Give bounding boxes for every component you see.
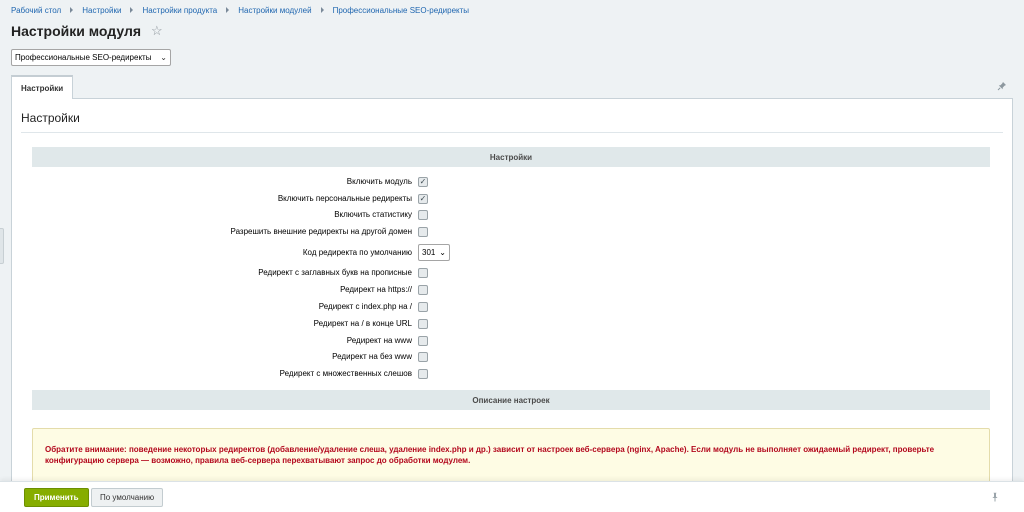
section-header-settings: Настройки <box>32 147 990 167</box>
pin-icon[interactable] <box>990 492 1000 502</box>
setting-row-enable-module: Включить модуль ✓ <box>12 176 1012 188</box>
trailing-slash-redirect-checkbox[interactable] <box>418 319 428 329</box>
setting-label: Редирект с множественных слешов <box>279 369 412 378</box>
uppercase-redirect-checkbox[interactable] <box>418 268 428 278</box>
star-icon[interactable]: ☆ <box>151 24 163 37</box>
page-title-row: Настройки модуля ☆ <box>11 23 163 39</box>
apply-button[interactable]: Применить <box>24 488 89 507</box>
left-panel-handle[interactable] <box>0 228 4 264</box>
default-button[interactable]: По умолчанию <box>91 488 164 507</box>
settings-panel: Настройки Настройки Включить модуль ✓ Вк… <box>11 99 1013 512</box>
redirect-code-value: 301 <box>422 248 436 257</box>
breadcrumb-settings[interactable]: Настройки <box>82 6 121 15</box>
setting-label: Редирект с index.php на / <box>318 302 412 311</box>
chevron-down-icon: ⌄ <box>160 53 167 62</box>
setting-row-www-redirect: Редирект на www <box>12 335 1012 347</box>
breadcrumb-module-settings[interactable]: Настройки модулей <box>238 6 311 15</box>
breadcrumb-desktop[interactable]: Рабочий стол <box>11 6 61 15</box>
section-header-description: Описание настроек <box>32 390 990 410</box>
multiple-slashes-redirect-checkbox[interactable] <box>418 369 428 379</box>
panel-divider <box>21 132 1003 133</box>
breadcrumb-separator-icon <box>70 7 74 13</box>
personal-redirects-checkbox[interactable]: ✓ <box>418 194 428 204</box>
setting-row-no-www-redirect: Редирект на без www <box>12 351 1012 363</box>
setting-label: Включить модуль <box>346 177 412 186</box>
setting-row-personal-redirects: Включить персональные редиректы ✓ <box>12 193 1012 205</box>
www-redirect-checkbox[interactable] <box>418 336 428 346</box>
setting-row-uppercase-redirect: Редирект с заглавных букв на прописные <box>12 267 1012 279</box>
setting-row-multiple-slashes-redirect: Редирект с множественных слешов <box>12 368 1012 380</box>
setting-row-index-php-redirect: Редирект с index.php на / <box>12 301 1012 313</box>
page-title: Настройки модуля <box>11 23 142 39</box>
setting-row-redirect-code: Код редиректа по умолчанию 301 ⌄ <box>12 244 1012 261</box>
setting-label: Редирект на https:// <box>340 285 412 294</box>
footer-bar: Применить По умолчанию <box>0 481 1024 512</box>
panel-title: Настройки <box>21 111 80 125</box>
pin-icon[interactable] <box>997 81 1007 91</box>
setting-row-statistics: Включить статистику <box>12 209 1012 221</box>
statistics-checkbox[interactable] <box>418 210 428 220</box>
breadcrumb-product-settings[interactable]: Настройки продукта <box>142 6 217 15</box>
index-php-redirect-checkbox[interactable] <box>418 302 428 312</box>
chevron-down-icon: ⌄ <box>439 248 446 257</box>
setting-row-external-redirects: Разрешить внешние редиректы на другой до… <box>12 226 1012 238</box>
setting-label: Редирект с заглавных букв на прописные <box>258 268 412 277</box>
setting-label: Редирект на без www <box>332 352 412 361</box>
tab-settings[interactable]: Настройки <box>11 75 74 100</box>
redirect-code-select[interactable]: 301 ⌄ <box>418 244 450 261</box>
notice-text: Обратите внимание: поведение некоторых р… <box>45 445 935 465</box>
enable-module-checkbox[interactable]: ✓ <box>418 177 428 187</box>
breadcrumb-separator-icon <box>320 7 324 13</box>
module-select[interactable]: Профессиональные SEO-редиректы ⌄ <box>11 49 171 66</box>
breadcrumb-separator-icon <box>130 7 134 13</box>
setting-label: Включить персональные редиректы <box>277 194 412 203</box>
setting-row-trailing-slash-redirect: Редирект на / в конце URL <box>12 318 1012 330</box>
breadcrumb-seo-redirects[interactable]: Профессиональные SEO-редиректы <box>333 6 469 15</box>
setting-label: Разрешить внешние редиректы на другой до… <box>230 227 413 236</box>
external-redirects-checkbox[interactable] <box>418 227 428 237</box>
setting-label: Редирект на / в конце URL <box>313 319 412 328</box>
no-www-redirect-checkbox[interactable] <box>418 352 428 362</box>
setting-label: Редирект на www <box>346 336 412 345</box>
breadcrumb: Рабочий стол Настройки Настройки продукт… <box>11 5 469 15</box>
breadcrumb-separator-icon <box>226 7 230 13</box>
setting-label: Включить статистику <box>334 210 412 219</box>
setting-label: Код редиректа по умолчанию <box>302 248 412 257</box>
module-select-value: Профессиональные SEO-редиректы <box>15 53 152 62</box>
tabs-bar: Настройки <box>11 75 1013 100</box>
setting-row-https-redirect: Редирект на https:// <box>12 284 1012 296</box>
https-redirect-checkbox[interactable] <box>418 285 428 295</box>
notice-box: Обратите внимание: поведение некоторых р… <box>32 428 990 488</box>
